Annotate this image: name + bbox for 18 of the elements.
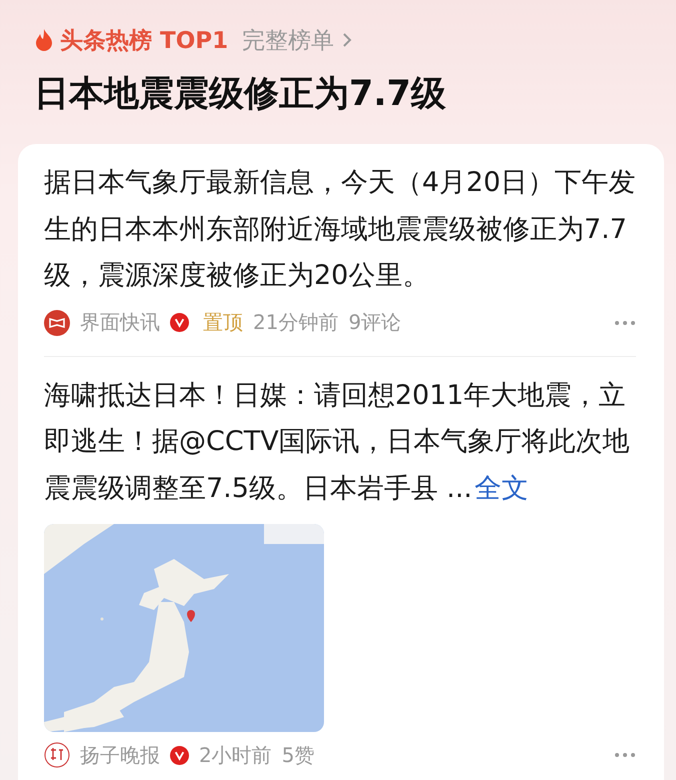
flame-icon [34,28,54,52]
post-text[interactable]: 海啸抵达日本！日媒：请回想2011年大地震，立即逃生！据@CCTV国际讯，日本气象厅将此次地震震级调整至7.5级。日本岩手县 ...全文 [44,372,636,512]
chevron-icon[interactable] [342,32,352,48]
post-stat: 5赞 [282,742,314,768]
source-name[interactable]: 界面快讯 [80,309,160,336]
headline: 日本地震震级修正为7.7级 [34,73,448,116]
post-time: 2小时前 [199,742,272,768]
post-text[interactable]: 据日本气象厅最新信息，今天（4月20日）下午发生的日本本州东部附近海域地震震级被修正为7.7级，震源深度被修正为20公里。 [44,160,636,300]
seal-avatar-icon[interactable] [44,742,70,768]
post-stat: 9评论 [348,309,402,336]
more-options-icon[interactable] [614,752,636,758]
post-time: 21分钟前 [253,309,338,336]
hot-list-label: 头条热榜 TOP1 [60,26,228,56]
source-name[interactable]: 扬子晚报 [80,742,160,768]
frame-avatar-icon[interactable] [44,310,70,336]
more-options-icon[interactable] [614,320,636,326]
pinned-tag: 置顶 [203,309,243,336]
full-text-link[interactable]: 全文 [474,472,528,504]
